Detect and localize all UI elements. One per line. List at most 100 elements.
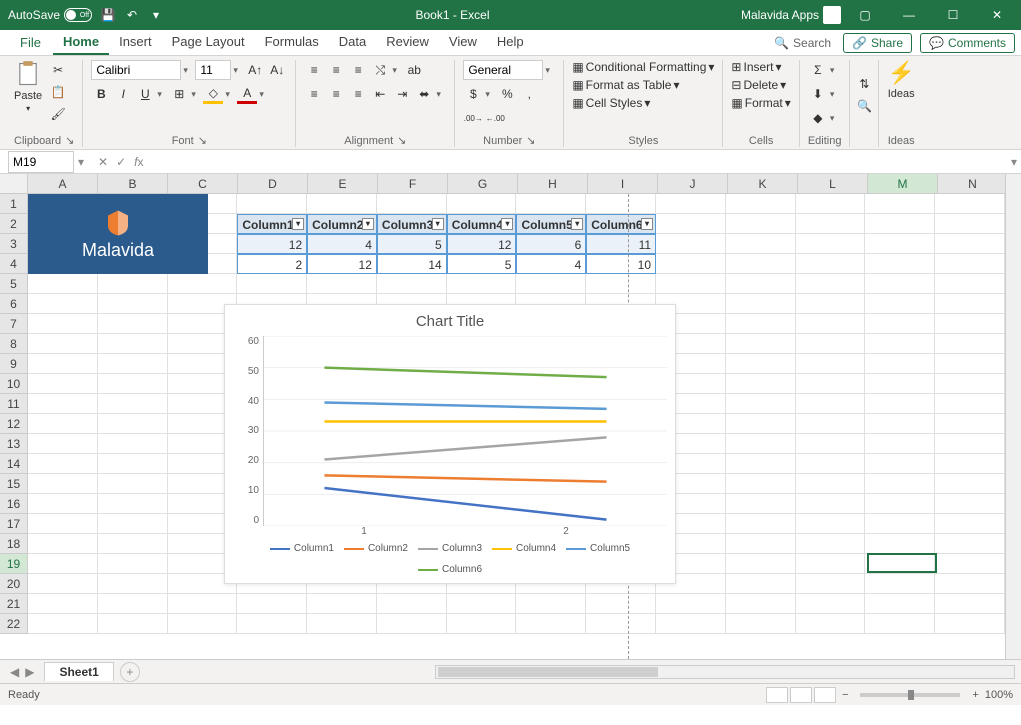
page-break-view-icon[interactable] <box>814 687 836 703</box>
row-header[interactable]: 14 <box>0 454 27 474</box>
cell[interactable] <box>656 254 726 274</box>
cell[interactable]: 12 <box>307 254 377 274</box>
cell[interactable] <box>516 614 586 634</box>
ribbon-tab-view[interactable]: View <box>439 30 487 55</box>
cell[interactable] <box>447 194 517 214</box>
row-header[interactable]: 21 <box>0 594 27 614</box>
cell[interactable] <box>865 354 935 374</box>
cell[interactable] <box>865 294 935 314</box>
legend-item[interactable]: Column6 <box>418 564 482 575</box>
cell[interactable] <box>935 314 1005 334</box>
comma-icon[interactable]: , <box>519 84 539 104</box>
cell[interactable] <box>656 234 726 254</box>
chart-object[interactable]: Chart Title 6050403020100 12 Column1Colu… <box>224 304 676 584</box>
cell[interactable] <box>796 334 866 354</box>
cell[interactable] <box>796 314 866 334</box>
cell[interactable] <box>516 594 586 614</box>
fill-color-icon[interactable]: ◇ <box>203 84 223 104</box>
column-header[interactable]: B <box>98 174 168 193</box>
cell[interactable] <box>726 394 796 414</box>
cell[interactable] <box>98 354 168 374</box>
dialog-launcher-icon[interactable]: ↘ <box>526 134 535 147</box>
cell[interactable] <box>865 514 935 534</box>
paste-button[interactable]: Paste▾ <box>14 60 42 113</box>
undo-icon[interactable]: ↶ <box>124 7 140 23</box>
cell[interactable] <box>98 554 168 574</box>
cell[interactable] <box>586 274 656 294</box>
cell[interactable] <box>796 214 866 234</box>
cell[interactable] <box>796 454 866 474</box>
search-box[interactable]: 🔍 Search <box>764 36 841 50</box>
formula-expand-icon[interactable]: ▾ <box>1007 155 1021 169</box>
cell[interactable] <box>935 254 1005 274</box>
filter-dropdown-icon[interactable]: ▾ <box>501 218 513 230</box>
cell[interactable] <box>726 454 796 474</box>
column-header[interactable]: G <box>448 174 518 193</box>
cell[interactable]: Column4▾ <box>447 214 517 234</box>
decrease-decimal-icon[interactable]: ←.00 <box>485 108 505 128</box>
cell[interactable] <box>28 374 98 394</box>
cell[interactable]: 6 <box>516 234 586 254</box>
zoom-in-icon[interactable]: + <box>972 689 978 701</box>
cell[interactable] <box>865 594 935 614</box>
cell[interactable] <box>935 294 1005 314</box>
sheet-nav-next-icon[interactable]: ▶ <box>25 665 34 679</box>
cell[interactable] <box>796 374 866 394</box>
cell[interactable] <box>796 554 866 574</box>
minimize-icon[interactable]: — <box>889 0 929 30</box>
cell[interactable] <box>307 614 377 634</box>
merge-center-icon[interactable]: ⬌ <box>414 84 434 104</box>
cell[interactable] <box>865 234 935 254</box>
cell[interactable]: Column3▾ <box>377 214 447 234</box>
number-format-input[interactable] <box>463 60 543 80</box>
cell[interactable] <box>98 394 168 414</box>
ribbon-tab-home[interactable]: Home <box>53 30 109 55</box>
qat-dropdown-icon[interactable]: ▾ <box>148 7 164 23</box>
cell[interactable] <box>237 614 307 634</box>
cell[interactable] <box>28 434 98 454</box>
cell[interactable] <box>935 434 1005 454</box>
dialog-launcher-icon[interactable]: ↘ <box>198 134 207 147</box>
cell[interactable] <box>237 594 307 614</box>
cell[interactable] <box>98 594 168 614</box>
cell[interactable] <box>935 334 1005 354</box>
chart-legend[interactable]: Column1Column2Column3Column4Column5Colum… <box>233 543 667 575</box>
cell[interactable]: 5 <box>377 234 447 254</box>
underline-button[interactable]: U <box>135 84 155 104</box>
cell[interactable]: Column1▾ <box>237 214 307 234</box>
cell[interactable] <box>796 354 866 374</box>
chart-plot-area[interactable] <box>263 336 667 526</box>
align-middle-icon[interactable]: ≡ <box>326 60 346 80</box>
namebox-dropdown-icon[interactable]: ▾ <box>74 155 88 169</box>
cell[interactable] <box>726 374 796 394</box>
cell[interactable] <box>726 214 796 234</box>
dialog-launcher-icon[interactable]: ↘ <box>397 134 406 147</box>
ideas-button[interactable]: ⚡ Ideas <box>887 60 914 100</box>
conditional-formatting-button[interactable]: ▦ Conditional Formatting ▾ <box>572 60 714 74</box>
row-header[interactable]: 11 <box>0 394 27 414</box>
ribbon-tab-help[interactable]: Help <box>487 30 534 55</box>
cell[interactable] <box>28 554 98 574</box>
ribbon-tab-data[interactable]: Data <box>329 30 376 55</box>
cell[interactable] <box>28 474 98 494</box>
cell[interactable] <box>98 514 168 534</box>
close-icon[interactable]: ✕ <box>977 0 1017 30</box>
cell[interactable] <box>935 274 1005 294</box>
row-header[interactable]: 12 <box>0 414 27 434</box>
fill-icon[interactable]: ⬇ <box>808 84 828 104</box>
cell[interactable] <box>865 534 935 554</box>
cell[interactable] <box>377 274 447 294</box>
cell[interactable] <box>586 614 656 634</box>
ribbon-tab-formulas[interactable]: Formulas <box>255 30 329 55</box>
cell[interactable] <box>865 614 935 634</box>
ribbon-tab-review[interactable]: Review <box>376 30 439 55</box>
cell[interactable] <box>168 594 238 614</box>
decrease-font-icon[interactable]: A↓ <box>267 60 287 80</box>
fx-icon[interactable]: fx <box>134 155 143 169</box>
filter-dropdown-icon[interactable]: ▾ <box>571 218 583 230</box>
cell[interactable] <box>935 414 1005 434</box>
cell[interactable] <box>447 274 517 294</box>
vertical-scrollbar[interactable] <box>1005 174 1021 659</box>
autosum-icon[interactable]: Σ <box>808 60 828 80</box>
cell[interactable] <box>726 474 796 494</box>
